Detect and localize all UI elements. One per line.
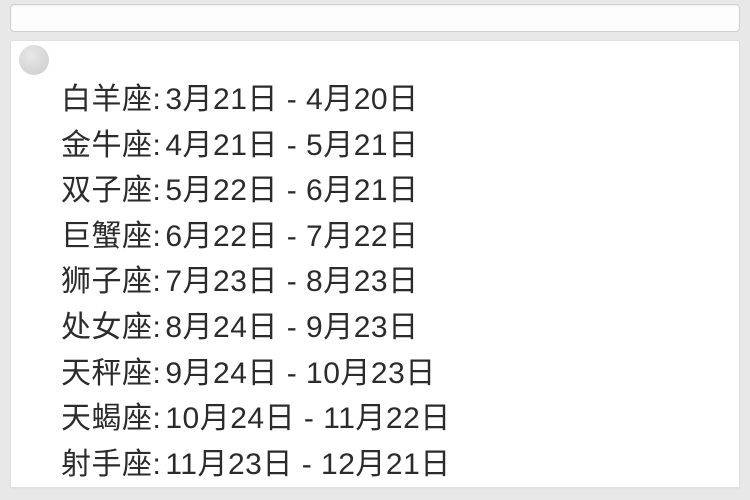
date-range: 4月21日 - 5月21日 xyxy=(165,129,418,162)
zodiac-name: 双子座 xyxy=(61,174,153,207)
date-range: 9月24日 - 10月23日 xyxy=(165,357,435,390)
zodiac-name: 金牛座 xyxy=(61,129,153,162)
date-range: 3月21日 - 4月20日 xyxy=(165,83,418,116)
zodiac-name: 射手座 xyxy=(61,448,153,481)
zodiac-name: 处女座 xyxy=(61,311,153,344)
zodiac-name: 天蝎座 xyxy=(61,402,153,435)
list-item: 双子座:5月22日 - 6月21日 xyxy=(61,168,739,214)
list-item: 金牛座:4月21日 - 5月21日 xyxy=(61,123,739,169)
date-range: 8月24日 - 9月23日 xyxy=(165,311,418,344)
date-range: 5月22日 - 6月21日 xyxy=(165,174,418,207)
zodiac-list: 白羊座:3月21日 - 4月20日 金牛座:4月21日 - 5月21日 双子座:… xyxy=(11,75,739,487)
date-range: 11月23日 - 12月21日 xyxy=(165,448,450,481)
separator: : xyxy=(153,174,162,207)
zodiac-name: 狮子座 xyxy=(61,265,153,298)
separator: : xyxy=(153,129,162,162)
separator: : xyxy=(153,265,162,298)
date-range: 7月23日 - 8月23日 xyxy=(165,265,418,298)
list-item: 天蝎座:10月24日 - 11月22日 xyxy=(61,396,739,442)
zodiac-name: 天秤座 xyxy=(61,357,153,390)
list-item: 白羊座:3月21日 - 4月20日 xyxy=(61,77,739,123)
separator: : xyxy=(153,83,162,116)
separator: : xyxy=(153,448,162,481)
separator: : xyxy=(153,311,162,344)
search-bar[interactable] xyxy=(10,4,740,32)
list-item: 天秤座:9月24日 - 10月23日 xyxy=(61,351,739,397)
list-item: 处女座:8月24日 - 9月23日 xyxy=(61,305,739,351)
date-range: 6月22日 - 7月22日 xyxy=(165,220,418,253)
separator: : xyxy=(153,357,162,390)
content-card: 白羊座:3月21日 - 4月20日 金牛座:4月21日 - 5月21日 双子座:… xyxy=(10,40,740,488)
zodiac-name: 白羊座 xyxy=(61,83,153,116)
separator: : xyxy=(153,402,162,435)
list-item: 巨蟹座:6月22日 - 7月22日 xyxy=(61,214,739,260)
date-range: 10月24日 - 11月22日 xyxy=(165,402,450,435)
avatar xyxy=(19,45,49,75)
separator: : xyxy=(153,220,162,253)
list-item: 射手座:11月23日 - 12月21日 xyxy=(61,442,739,488)
zodiac-name: 巨蟹座 xyxy=(61,220,153,253)
list-item: 狮子座:7月23日 - 8月23日 xyxy=(61,259,739,305)
